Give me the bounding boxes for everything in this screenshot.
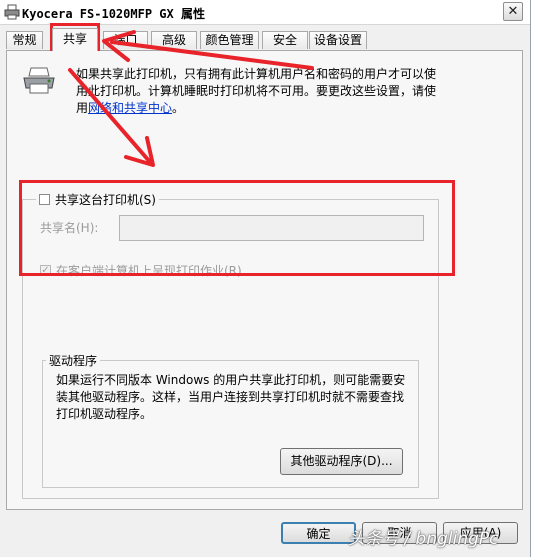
share-printer-option[interactable]: 共享这台打印机(S) [36, 191, 159, 208]
title-bar[interactable]: Kyocera FS-1020MFP GX 属性 ✕ [0, 0, 530, 25]
tab-sharing[interactable]: 共享 [52, 28, 98, 51]
render-jobs-label: 在客户端计算机上呈现打印作业(R) [56, 264, 242, 278]
share-printer-checkbox[interactable] [39, 194, 50, 205]
render-jobs-option[interactable]: ✓ 在客户端计算机上呈现打印作业(R) [40, 262, 242, 279]
printer-icon [4, 4, 20, 20]
tab-device-settings[interactable]: 设备设置 [309, 31, 367, 49]
render-jobs-checkbox[interactable]: ✓ [40, 265, 51, 276]
tab-security[interactable]: 安全 [262, 31, 308, 49]
sharing-info-text: 如果共享此打印机，只有拥有此计算机用户名和密码的用户才可以使用此打印机。计算机睡… [76, 66, 446, 117]
share-printer-label: 共享这台打印机(S) [55, 193, 156, 207]
tab-advanced[interactable]: 高级 [151, 31, 197, 49]
drivers-legend: 驱动程序 [46, 352, 101, 369]
info-text-end: 。 [172, 101, 185, 115]
close-button[interactable]: ✕ [503, 2, 523, 21]
network-sharing-center-link[interactable]: 网络和共享中心 [88, 101, 172, 115]
share-name-label: 共享名(H): [40, 221, 99, 235]
drivers-description: 如果运行不同版本 Windows 的用户共享此打印机，则可能需要安装其他驱动程序… [56, 373, 406, 421]
tab-general[interactable]: 常规 [6, 31, 43, 49]
printer-properties-window: Kyocera FS-1020MFP GX 属性 ✕ 常规 共享 端口 高级 颜… [0, 0, 531, 557]
close-icon: ✕ [507, 4, 519, 19]
ok-button[interactable]: 确定 [281, 522, 356, 544]
tab-ports[interactable]: 端口 [103, 31, 148, 49]
window-title: Kyocera FS-1020MFP GX 属性 [22, 7, 205, 21]
share-name-input[interactable] [119, 215, 424, 241]
tab-color-management[interactable]: 颜色管理 [200, 31, 259, 49]
additional-drivers-button[interactable]: 其他驱动程序(D)... [280, 448, 403, 475]
watermark: 头条号 / bnglingPc [348, 529, 499, 549]
printer-large-icon [23, 67, 55, 94]
